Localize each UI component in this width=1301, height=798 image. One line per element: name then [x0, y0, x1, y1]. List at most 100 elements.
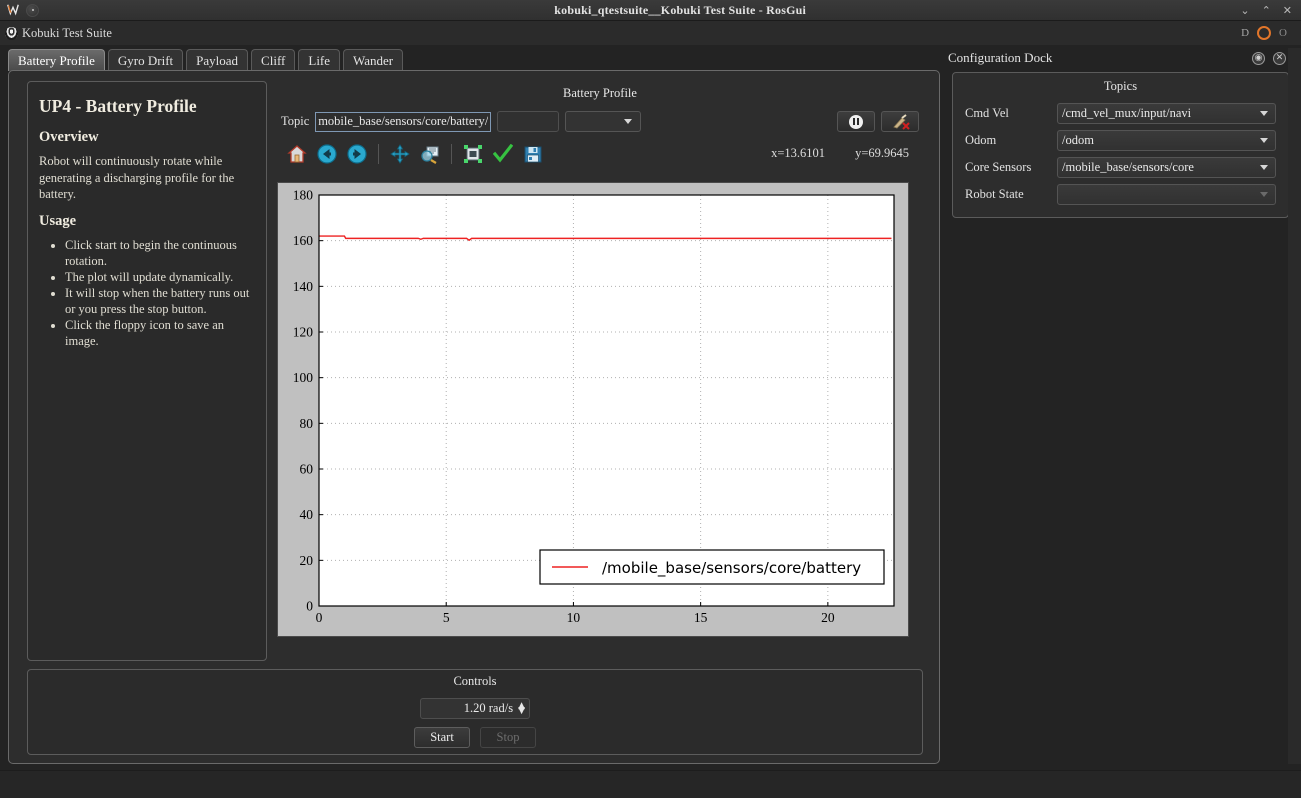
- plot-panel: Battery Profile Topic: [277, 81, 923, 661]
- checkmark-icon[interactable]: [489, 141, 517, 167]
- tab-payload[interactable]: Payload: [186, 49, 248, 71]
- cursor-coordinates: x=13.6101 y=69.9645: [771, 146, 923, 161]
- topic-row-odom: Odom /odom: [953, 127, 1288, 154]
- toolbar-separator: [451, 144, 452, 164]
- tab-cliff[interactable]: Cliff: [251, 49, 295, 71]
- chevron-down-icon: [1260, 111, 1268, 116]
- angular-speed-stepper[interactable]: 1.20 rad/s ▲▼: [420, 698, 530, 719]
- svg-text:40: 40: [300, 507, 314, 522]
- battery-profile-panel: UP4 - Battery Profile Overview Robot wil…: [8, 70, 940, 764]
- svg-text:0: 0: [316, 610, 323, 625]
- tab-life[interactable]: Life: [298, 49, 340, 71]
- configure-subplots-icon[interactable]: [459, 141, 487, 167]
- topic-label: Topic: [281, 114, 309, 129]
- chevron-down-icon: [1260, 165, 1268, 170]
- core-sensors-value: /mobile_base/sensors/core: [1062, 160, 1260, 175]
- controls-button-row: Start Stop: [28, 727, 922, 748]
- documentation-panel: UP4 - Battery Profile Overview Robot wil…: [27, 81, 267, 661]
- stop-button: Stop: [480, 727, 536, 748]
- dock-header-icons: ◉ ✕: [1252, 52, 1293, 65]
- list-item: It will stop when the battery runs out o…: [65, 285, 255, 317]
- secondary-field[interactable]: [497, 111, 559, 132]
- zoom-rect-icon[interactable]: [416, 141, 444, 167]
- robot-state-label: Robot State: [965, 187, 1057, 202]
- usage-list: Click start to begin the continuous rota…: [39, 237, 255, 349]
- svg-text:5: 5: [443, 610, 450, 625]
- svg-text:140: 140: [293, 279, 314, 294]
- page-title: UP4 - Battery Profile: [39, 96, 255, 117]
- angular-speed-value: 1.20 rad/s: [464, 701, 513, 716]
- home-icon[interactable]: [283, 141, 311, 167]
- topic-dropdown[interactable]: [565, 111, 641, 132]
- core-sensors-combo[interactable]: /mobile_base/sensors/core: [1057, 157, 1276, 178]
- broom-clear-icon: [890, 114, 910, 130]
- stepper-arrows-icon[interactable]: ▲▼: [518, 704, 525, 714]
- titlebar-left-icons: [0, 3, 120, 17]
- topic-row-robot-state: Robot State: [953, 181, 1288, 208]
- clear-button[interactable]: [881, 111, 919, 132]
- svg-text:120: 120: [293, 325, 314, 340]
- back-arrow-icon[interactable]: [313, 141, 341, 167]
- pause-button[interactable]: [837, 111, 875, 132]
- dock-title: Configuration Dock: [948, 50, 1052, 66]
- battery-plot-canvas[interactable]: 02040608010012014016018005101520/mobile_…: [277, 182, 909, 637]
- svg-text:20: 20: [821, 610, 835, 625]
- odom-value: /odom: [1062, 133, 1260, 148]
- titlebar-menu-dot-icon[interactable]: [26, 4, 39, 17]
- tab-battery-profile[interactable]: Battery Profile: [8, 49, 105, 71]
- overview-text: Robot will continuously rotate while gen…: [39, 153, 255, 203]
- pause-icon: [849, 115, 863, 129]
- window-controls: ⌄ ⌃ ✕: [1240, 5, 1301, 16]
- topic-row-cmd-vel: Cmd Vel /cmd_vel_mux/input/navi: [953, 100, 1288, 127]
- configuration-dock: Configuration Dock ◉ ✕ Topics Cmd Vel /c…: [948, 48, 1293, 764]
- app-menubar: Kobuki Test Suite D O: [0, 21, 1301, 45]
- dock-header: Configuration Dock ◉ ✕: [948, 48, 1293, 68]
- forward-arrow-icon[interactable]: [343, 141, 371, 167]
- topics-group-title: Topics: [953, 79, 1288, 94]
- minimize-icon[interactable]: ⌄: [1240, 5, 1249, 16]
- chevron-down-icon: [1260, 138, 1268, 143]
- cmd-vel-label: Cmd Vel: [965, 106, 1057, 121]
- app-name-label: Kobuki Test Suite: [22, 26, 112, 41]
- svg-text:0: 0: [306, 599, 313, 614]
- matplotlib-nav-toolbar: x=13.6101 y=69.9645: [277, 132, 923, 166]
- controls-title: Controls: [28, 674, 922, 689]
- svg-text:15: 15: [694, 610, 708, 625]
- svg-text:20: 20: [300, 553, 314, 568]
- overview-heading: Overview: [39, 129, 255, 146]
- battery-line-chart: 02040608010012014016018005101520/mobile_…: [278, 183, 910, 638]
- svg-text:100: 100: [293, 370, 314, 385]
- maximize-icon[interactable]: ⌃: [1262, 5, 1271, 16]
- close-icon[interactable]: ✕: [1283, 5, 1292, 16]
- window-titlebar: kobuki_qtestsuite__Kobuki Test Suite - R…: [0, 0, 1301, 21]
- svg-text:/mobile_base/sensors/core/batt: /mobile_base/sensors/core/battery: [602, 559, 861, 578]
- kobuki-logo-icon: [5, 27, 18, 40]
- list-item: Click start to begin the continuous rota…: [65, 237, 255, 269]
- odom-combo[interactable]: /odom: [1057, 130, 1276, 151]
- odom-label: Odom: [965, 133, 1057, 148]
- robot-state-combo[interactable]: [1057, 184, 1276, 205]
- topics-grid: Cmd Vel /cmd_vel_mux/input/navi Odom /od…: [953, 100, 1288, 208]
- main-tabbar: Battery Profile Gyro Drift Payload Cliff…: [8, 49, 403, 71]
- svg-text:180: 180: [293, 188, 314, 203]
- topics-group: Topics Cmd Vel /cmd_vel_mux/input/navi O…: [952, 72, 1289, 218]
- topic-input[interactable]: [315, 112, 491, 132]
- pan-move-icon[interactable]: [386, 141, 414, 167]
- app-logo-icon: [6, 3, 20, 17]
- list-item: The plot will update dynamically.: [65, 269, 255, 285]
- start-button[interactable]: Start: [414, 727, 470, 748]
- cmd-vel-combo[interactable]: /cmd_vel_mux/input/navi: [1057, 103, 1276, 124]
- coordinate-x: x=13.6101: [771, 146, 825, 161]
- coordinate-y: y=69.9645: [855, 146, 909, 161]
- svg-text:60: 60: [300, 462, 314, 477]
- tab-gyro-drift[interactable]: Gyro Drift: [108, 49, 183, 71]
- controls-panel: Controls 1.20 rad/s ▲▼ Start Stop: [27, 669, 923, 755]
- close-dock-icon[interactable]: ✕: [1273, 52, 1286, 65]
- svg-text:10: 10: [567, 610, 581, 625]
- tab-wander[interactable]: Wander: [343, 49, 403, 71]
- plot-panel-title: Battery Profile: [277, 86, 923, 101]
- float-dock-icon[interactable]: ◉: [1252, 52, 1265, 65]
- menubar-right-icons: D O: [1241, 26, 1301, 40]
- svg-text:80: 80: [300, 416, 314, 431]
- save-floppy-icon[interactable]: [519, 141, 547, 167]
